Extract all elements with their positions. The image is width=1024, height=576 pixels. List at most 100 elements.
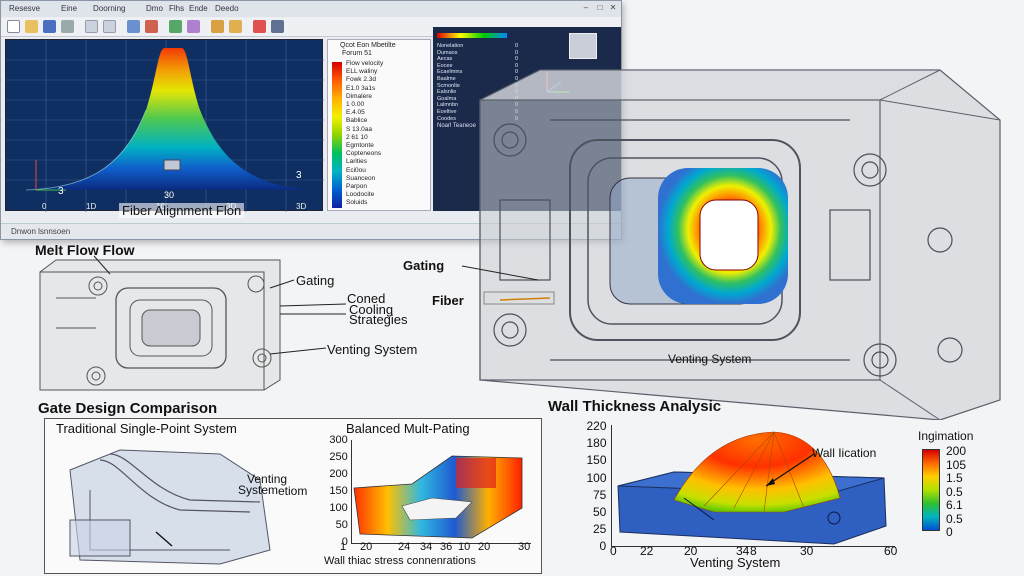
- open-icon[interactable]: [25, 20, 38, 33]
- legend-header: Qcot Eon Mbetilte: [340, 42, 396, 49]
- redo-icon[interactable]: [103, 20, 116, 33]
- legend-subheader: Forum 51: [342, 50, 372, 57]
- wall-x-tick: 34: [736, 544, 750, 558]
- gate-x-tick: 34: [420, 541, 433, 553]
- gate-y-tick: 250: [329, 451, 348, 463]
- data-row-value: 0: [515, 43, 519, 49]
- wall-x-tick: 22: [640, 544, 654, 558]
- wall-y-tick: 150: [586, 453, 607, 468]
- gate-x-tick: 24: [398, 541, 411, 553]
- menu-item[interactable]: Dmo: [146, 4, 163, 13]
- menu-item[interactable]: Ende: [189, 4, 208, 13]
- legend-entry: S 13.0aa: [346, 125, 373, 133]
- results-icon[interactable]: [211, 20, 224, 33]
- wall-colorbar-tick: 200: [946, 444, 967, 458]
- gate-y-tick: 200: [329, 468, 348, 480]
- legend-entry: Egmtonte: [346, 142, 374, 149]
- gate-x-tick: 36: [440, 541, 453, 553]
- legend-panel: Qcot Eon Mbetilte Forum 51 Flow velocity…: [327, 39, 431, 211]
- gate-x-tick: 20: [360, 541, 373, 553]
- data-row-label: Baalme: [437, 76, 456, 82]
- wall-x-tick: 0: [610, 544, 617, 558]
- rotate-icon[interactable]: [145, 20, 158, 33]
- gate-y-tick: 150: [329, 485, 348, 497]
- data-row-label: Scmonlte: [437, 82, 460, 89]
- data-row-label: Eoeltive: [437, 109, 457, 115]
- gate-marker: [163, 159, 181, 171]
- legend-entry: 1 0.00: [346, 101, 365, 108]
- single-point-mold-icon: [69, 449, 271, 565]
- menu-item[interactable]: Eine: [61, 4, 77, 13]
- view-cube-icon[interactable]: [569, 33, 597, 59]
- callout-lines: [93, 255, 347, 355]
- gate-section-title: Gate Design Comparison: [38, 400, 218, 417]
- legend-entry: Eci0ou: [346, 166, 366, 174]
- venting-annotation-line2: System: [238, 483, 279, 497]
- camera-icon[interactable]: [271, 20, 284, 33]
- data-row-label: Dumaos: [437, 49, 458, 56]
- menu-item[interactable]: Flhs: [169, 4, 184, 13]
- new-icon[interactable]: [7, 20, 20, 33]
- undo-icon[interactable]: [85, 20, 98, 33]
- wall-colorbar-tick: 0.5: [946, 484, 963, 499]
- gate-x-tick: 1: [340, 541, 347, 553]
- maximize-icon[interactable]: □: [595, 3, 605, 13]
- data-row-label: Coodes: [437, 115, 456, 122]
- legend-entry: Soluids: [346, 199, 368, 207]
- data-colorbar: [437, 33, 507, 38]
- mesh-icon[interactable]: [169, 20, 182, 33]
- wall-y-tick: 220: [586, 419, 607, 433]
- analysis-icon[interactable]: [187, 20, 200, 33]
- gate-x-tick: 30: [518, 541, 531, 553]
- wall-section-title: Wall Thickness Analysic: [548, 398, 722, 415]
- menu-item[interactable]: Resesve: [9, 4, 40, 13]
- minimize-icon[interactable]: –: [581, 3, 591, 13]
- x-tick: 1D: [86, 202, 97, 211]
- legend-entry: Fowk 2.3d: [346, 76, 376, 84]
- gate-y-tick: 100: [329, 502, 348, 514]
- legend-entry: Dimalere: [346, 92, 373, 100]
- gate-y-tick: 300: [329, 434, 348, 446]
- x-tick: 0: [42, 202, 47, 211]
- left-panel-title: Traditional Single-Point System: [56, 421, 237, 436]
- legend-entry: Loodocite: [346, 191, 375, 199]
- data-row-label: Eocee: [437, 62, 453, 69]
- data-row-label: Ealsnlie: [437, 89, 457, 96]
- flow-plot-viewport[interactable]: 3 3 30 0 1D 10 3D 3D: [5, 39, 324, 212]
- wall-y-axis: [611, 425, 612, 547]
- flag-icon[interactable]: [253, 20, 266, 33]
- y-tick: 3: [296, 170, 302, 181]
- legend-entry: Parpon: [346, 183, 367, 190]
- wall-y-tick: 0: [599, 539, 607, 554]
- wall-colorbar-tick: 0: [946, 525, 953, 539]
- colorbar-title: Ingimation: [918, 429, 974, 443]
- legend-entry: Flow velocity: [346, 60, 384, 67]
- wall-y-tick: 75: [593, 487, 607, 502]
- wall-colorbar-tick: 6.1: [946, 498, 963, 512]
- save-icon[interactable]: [43, 20, 56, 33]
- legend-entry: ELL waliny: [346, 68, 378, 76]
- data-row-label: Lalmnbn: [437, 102, 459, 109]
- legend-entry: E.4.05: [346, 109, 365, 117]
- wall-x-tick: 8: [750, 544, 757, 558]
- data-row-label: Aecas: [437, 56, 453, 63]
- wall-y-tick: 180: [586, 436, 607, 451]
- legend-entry: Suanceon: [346, 174, 376, 182]
- data-row-value: 0: [515, 49, 519, 56]
- wall-annotation-arrow: [765, 453, 815, 487]
- menu-item[interactable]: Deedo: [215, 4, 239, 13]
- plot-title: Fiber Alignment Flon: [119, 203, 245, 218]
- x-tick: 3D: [296, 202, 307, 211]
- gating-leader-line: [461, 265, 539, 281]
- wall-colorbar: [922, 449, 940, 531]
- close-icon[interactable]: ✕: [608, 3, 618, 13]
- folder-icon[interactable]: [229, 20, 242, 33]
- zoom-icon[interactable]: [127, 20, 140, 33]
- fiber-label: Fiber: [432, 293, 464, 308]
- wall-y-tick: 100: [586, 470, 607, 485]
- print-icon[interactable]: [61, 20, 74, 33]
- wall-colorbar-tick: 1.5: [946, 471, 963, 485]
- menu-item[interactable]: Doorning: [93, 4, 125, 13]
- legend-entry: Bablice: [346, 117, 368, 125]
- wall-colorbar-tick: 0.5: [946, 511, 963, 526]
